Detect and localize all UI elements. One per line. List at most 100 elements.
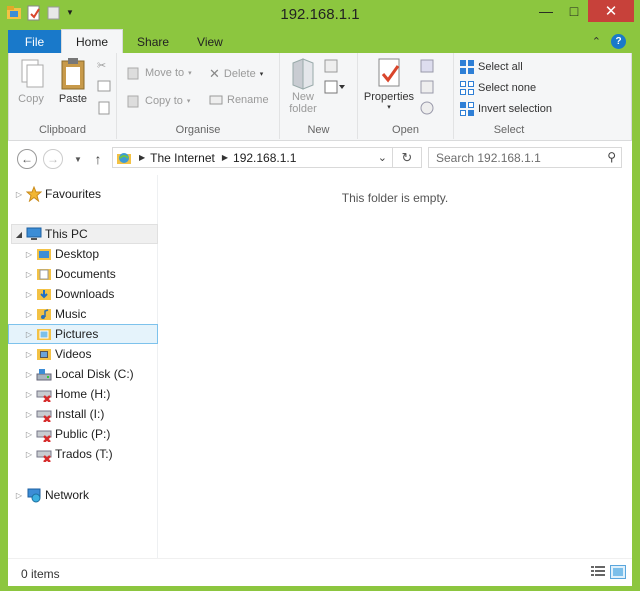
rename-icon — [209, 95, 223, 105]
expand-icon[interactable]: ▷ — [24, 250, 34, 259]
desktop-folder-icon — [37, 249, 51, 260]
tree-item-trados-drive[interactable]: ▷ Trados (T:) — [24, 444, 158, 464]
paste-shortcut-button[interactable] — [97, 101, 111, 115]
edit-button[interactable] — [420, 80, 434, 94]
maximize-button[interactable]: □ — [560, 0, 588, 22]
select-all-button[interactable]: Select all — [460, 60, 523, 74]
forward-button[interactable]: → — [43, 149, 63, 169]
new-item-button[interactable] — [324, 59, 346, 73]
copy-path-icon — [97, 80, 111, 92]
refresh-button[interactable]: ↻ — [392, 147, 422, 168]
expand-icon[interactable]: ▷ — [24, 330, 34, 339]
large-icons-view-icon[interactable] — [610, 565, 626, 579]
expand-icon[interactable]: ▷ — [24, 450, 34, 459]
back-button[interactable]: ← — [17, 149, 37, 169]
collapse-icon[interactable]: ◢ — [14, 230, 24, 239]
expand-icon[interactable]: ▷ — [24, 390, 34, 399]
up-button[interactable]: ↑ — [88, 149, 108, 169]
breadcrumb-current[interactable]: 192.168.1.1 — [233, 151, 296, 165]
tree-item-this-pc[interactable]: ◢ This PC — [11, 224, 158, 244]
open-button[interactable] — [420, 59, 442, 73]
breadcrumb-separator-icon[interactable]: ▶ — [222, 153, 228, 162]
copy-path-button[interactable] — [97, 80, 111, 92]
item-count: 0 items — [21, 567, 60, 581]
ribbon-controls: ⌃ ? — [592, 30, 632, 53]
delete-button[interactable]: ✕ Delete ▾ — [209, 66, 263, 82]
rename-button[interactable]: Rename — [209, 94, 269, 106]
documents-folder-icon — [37, 269, 51, 280]
history-button[interactable] — [420, 101, 434, 115]
disconnected-network-drive-icon — [36, 430, 52, 442]
help-icon[interactable]: ? — [611, 34, 626, 49]
tree-item-downloads[interactable]: ▷ Downloads — [24, 284, 158, 304]
invert-selection-button[interactable]: Invert selection — [460, 102, 552, 116]
close-button[interactable]: ✕ — [588, 0, 634, 22]
expand-icon[interactable]: ▷ — [24, 430, 34, 439]
paste-button[interactable]: Paste — [53, 57, 93, 105]
tree-label: Public (P:) — [55, 427, 111, 441]
music-folder-icon — [37, 309, 51, 320]
expand-icon[interactable]: ▷ — [14, 491, 24, 500]
explorer-window: ▼ 192.168.1.1 — □ ✕ File Home Share View… — [0, 0, 640, 591]
tree-item-pictures[interactable]: ▷ Pictures — [8, 324, 158, 344]
expand-icon[interactable]: ▷ — [24, 270, 34, 279]
properties-large-icon — [378, 58, 400, 87]
address-dropdown-icon[interactable]: ⌄ — [378, 151, 387, 164]
minimize-button[interactable]: — — [532, 0, 560, 22]
tree-label: Videos — [55, 347, 92, 361]
back-arrow-icon: ← — [21, 152, 33, 166]
delete-label: Delete — [223, 68, 256, 80]
tree-item-videos[interactable]: ▷ Videos — [24, 344, 158, 364]
breadcrumb-internet[interactable]: The Internet — [150, 151, 215, 165]
move-to-label: Move to — [145, 67, 185, 79]
chevron-up-icon[interactable]: ⌃ — [592, 35, 601, 48]
tab-view[interactable]: View — [183, 30, 237, 53]
expand-icon[interactable]: ▷ — [24, 350, 34, 359]
tree-label: This PC — [45, 227, 88, 241]
select-none-button[interactable]: Select none — [460, 81, 536, 95]
move-to-button[interactable]: Move to ▾ — [127, 66, 192, 80]
scissors-icon: ✂ — [97, 60, 107, 72]
open-icon — [420, 59, 434, 73]
clipboard-group-label: Clipboard — [38, 124, 87, 136]
properties-button[interactable]: Properties ▾ — [362, 57, 416, 111]
tab-share[interactable]: Share — [123, 30, 183, 53]
tree-label: Home (H:) — [55, 387, 111, 401]
paste-shortcut-icon — [98, 101, 110, 115]
expand-icon[interactable]: ▷ — [24, 310, 34, 319]
search-icon: ⚲ — [607, 150, 616, 164]
tree-item-install-drive[interactable]: ▷ Install (I:) — [24, 404, 158, 424]
copy-to-button[interactable]: Copy to ▾ — [127, 94, 190, 108]
recent-locations-button[interactable]: ▼ — [68, 149, 88, 169]
tree-item-documents[interactable]: ▷ Documents — [24, 264, 158, 284]
expand-icon[interactable]: ▷ — [14, 190, 24, 199]
breadcrumb-separator-icon[interactable]: ▶ — [139, 153, 145, 162]
expand-icon[interactable]: ▷ — [24, 290, 34, 299]
internet-icon — [117, 152, 131, 164]
view-switcher — [590, 565, 626, 579]
tree-item-public-drive[interactable]: ▷ Public (P:) — [24, 424, 158, 444]
tree-item-home-drive[interactable]: ▷ Home (H:) — [24, 384, 158, 404]
easy-access-button[interactable] — [324, 80, 346, 94]
new-folder-label-1: New — [291, 91, 314, 103]
pictures-folder-icon — [37, 329, 51, 340]
address-bar[interactable]: ▶ The Internet ▶ 192.168.1.1 ⌄ — [112, 147, 422, 168]
tree-item-music[interactable]: ▷ Music — [24, 304, 158, 324]
open-group-label: Open — [392, 124, 419, 136]
tree-item-local-disk[interactable]: ▷ Local Disk (C:) — [24, 364, 158, 384]
expand-icon[interactable]: ▷ — [24, 410, 34, 419]
cut-button[interactable]: ✂ — [97, 59, 106, 72]
tab-file[interactable]: File — [8, 30, 61, 53]
tree-item-network[interactable]: ▷ Network — [14, 485, 154, 505]
expand-icon[interactable]: ▷ — [24, 370, 34, 379]
details-view-icon[interactable] — [590, 565, 606, 579]
disconnected-network-drive-icon — [36, 390, 52, 402]
copy-button[interactable]: Copy — [13, 57, 49, 105]
new-folder-button[interactable]: New folder — [286, 57, 320, 115]
search-input[interactable]: Search 192.168.1.1 ⚲ — [428, 147, 622, 168]
tab-home[interactable]: Home — [61, 29, 124, 53]
status-bar: 0 items — [8, 558, 632, 586]
tree-item-favourites[interactable]: ▷ Favourites — [14, 184, 154, 204]
tree-item-desktop[interactable]: ▷ Desktop — [24, 244, 158, 264]
paste-label: Paste — [58, 93, 88, 105]
